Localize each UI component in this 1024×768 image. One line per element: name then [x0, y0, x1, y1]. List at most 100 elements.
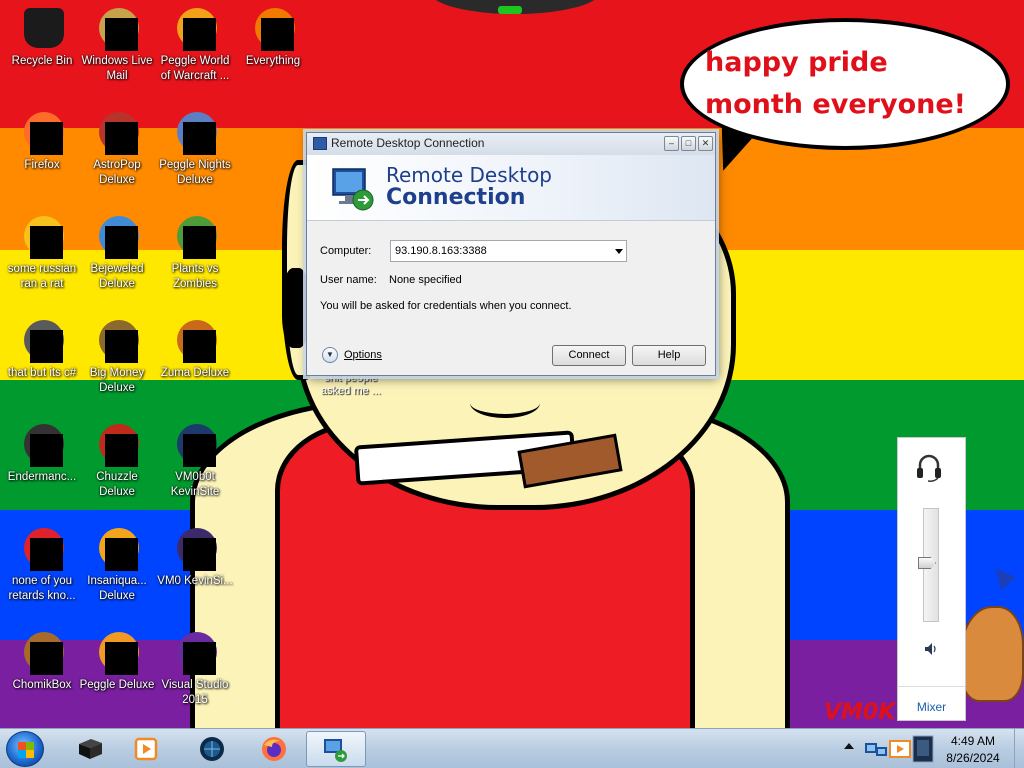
desktop-shortcut-label[interactable]: Everything	[233, 54, 313, 69]
taskbar-globe[interactable]	[184, 731, 240, 767]
endermanc-icon[interactable]	[18, 420, 66, 468]
desktop-shortcut-label[interactable]: Visual Studio 2015	[155, 678, 235, 708]
taskbar: 4:49 AM 8/26/2024	[0, 728, 1024, 768]
desktop-shortcut[interactable]: Recycle Bin	[2, 4, 82, 69]
help-button[interactable]: Help	[632, 345, 706, 366]
desktop-shortcut-label[interactable]: none of you retards kno...	[2, 574, 82, 604]
visual-studio-2015-icon[interactable]	[171, 628, 219, 676]
desktop-shortcut-label[interactable]: some russian ran a rat	[2, 262, 82, 292]
desktop-shortcut[interactable]: Bejeweled Deluxe	[77, 212, 157, 292]
desktop-shortcut[interactable]: ChomikBox	[2, 628, 82, 693]
close-button[interactable]: ✕	[698, 136, 713, 151]
headphones-icon[interactable]	[916, 452, 942, 482]
redaction-box	[183, 18, 216, 51]
minimize-button[interactable]: –	[664, 136, 679, 151]
desktop-shortcut[interactable]: AstroPop Deluxe	[77, 108, 157, 188]
desktop-shortcut-label[interactable]: Zuma Deluxe	[155, 366, 235, 381]
desktop-shortcut-label[interactable]: Peggle Deluxe	[77, 678, 157, 693]
insaniquarium-deluxe-icon[interactable]	[93, 524, 141, 572]
bejeweled-deluxe-icon[interactable]	[93, 212, 141, 260]
desktop-shortcut-label[interactable]: Bejeweled Deluxe	[77, 262, 157, 292]
desktop-shortcut[interactable]: Everything	[233, 4, 313, 69]
chevron-down-icon[interactable]	[615, 249, 623, 254]
remote-desktop-window[interactable]: Remote Desktop Connection – □ ✕ Remote D…	[306, 132, 716, 376]
desktop-shortcut-label[interactable]: Windows Live Mail	[77, 54, 157, 84]
desktop-shortcut[interactable]: Big Money Deluxe	[77, 316, 157, 396]
computer-combobox[interactable]: 93.190.8.163:3388	[390, 240, 627, 262]
desktop-shortcut-label[interactable]: Peggle Nights Deluxe	[155, 158, 235, 188]
start-button[interactable]	[6, 731, 44, 767]
that-but-its-csharp-icon[interactable]	[18, 316, 66, 364]
desktop-shortcut-label[interactable]: Recycle Bin	[2, 54, 82, 69]
username-value: None specified	[389, 274, 462, 286]
computer-value[interactable]: 93.190.8.163:3388	[395, 245, 487, 257]
desktop-shortcut[interactable]: Peggle Deluxe	[77, 628, 157, 693]
desktop-shortcut[interactable]: Endermanc...	[2, 420, 82, 485]
taskbar-remote-desktop[interactable]	[306, 731, 366, 767]
peggle-world-of-warcraft-icon[interactable]	[171, 4, 219, 52]
show-desktop-button[interactable]	[1014, 729, 1024, 768]
taskbar-firefox[interactable]	[246, 731, 302, 767]
redaction-box	[183, 226, 216, 259]
desktop-shortcut[interactable]: Chuzzle Deluxe	[77, 420, 157, 500]
desktop-shortcut-label[interactable]: VM0 KevinSi...	[155, 574, 235, 589]
desktop-shortcut[interactable]: Firefox	[2, 108, 82, 173]
desktop-shortcut[interactable]: Zuma Deluxe	[155, 316, 235, 381]
recycle-bin-icon[interactable]	[18, 4, 66, 52]
desktop-shortcut-label[interactable]: Chuzzle Deluxe	[77, 470, 157, 500]
chuzzle-deluxe-icon[interactable]	[93, 420, 141, 468]
peggle-deluxe-icon[interactable]	[93, 628, 141, 676]
clock-date[interactable]: 8/26/2024	[936, 751, 1010, 765]
hamster-image	[960, 606, 1024, 702]
expand-options-icon[interactable]: ▼	[322, 347, 338, 363]
desktop-shortcut[interactable]: VM0b0t KevinSite	[155, 420, 235, 500]
desktop-shortcut[interactable]: VM0 KevinSi...	[155, 524, 235, 589]
desktop-shortcut-label[interactable]: Peggle World of Warcraft ...	[155, 54, 235, 84]
speaker-mute-icon[interactable]	[924, 642, 938, 656]
desktop-shortcut-label[interactable]: Firefox	[2, 158, 82, 173]
desktop-shortcut-label[interactable]: ChomikBox	[2, 678, 82, 693]
desktop-shortcut[interactable]: Visual Studio 2015	[155, 628, 235, 708]
media-tray-icon[interactable]	[888, 737, 912, 761]
vm0-kevinsi-icon[interactable]	[171, 524, 219, 572]
maximize-button[interactable]: □	[681, 136, 696, 151]
network-icon[interactable]	[864, 737, 888, 761]
desktop-shortcut-label[interactable]: Plants vs Zombies	[155, 262, 235, 292]
desktop-shortcut[interactable]: Peggle World of Warcraft ...	[155, 4, 235, 84]
taskbar-terminal[interactable]	[62, 731, 118, 767]
astropop-deluxe-icon[interactable]	[93, 108, 141, 156]
desktop-shortcut[interactable]: Windows Live Mail	[77, 4, 157, 84]
desktop-shortcut[interactable]: Plants vs Zombies	[155, 212, 235, 292]
desktop-shortcut-label[interactable]: Big Money Deluxe	[77, 366, 157, 396]
options-toggle[interactable]: Options	[344, 349, 382, 361]
zuma-deluxe-icon[interactable]	[171, 316, 219, 364]
window-titlebar[interactable]: Remote Desktop Connection – □ ✕	[307, 133, 715, 155]
desktop-shortcut-label[interactable]: Endermanc...	[2, 470, 82, 485]
some-russian-ran-a-rat-icon[interactable]	[18, 212, 66, 260]
desktop-shortcut[interactable]: none of you retards kno...	[2, 524, 82, 604]
firefox-icon[interactable]	[18, 108, 66, 156]
desktop-shortcut[interactable]: some russian ran a rat	[2, 212, 82, 292]
desktop-shortcut[interactable]: Peggle Nights Deluxe	[155, 108, 235, 188]
plants-vs-zombies-icon[interactable]	[171, 212, 219, 260]
desktop-shortcut[interactable]: Insaniqua... Deluxe	[77, 524, 157, 604]
taskbar-media-player[interactable]	[118, 731, 174, 767]
big-money-deluxe-icon[interactable]	[93, 316, 141, 364]
redaction-box	[105, 330, 138, 363]
show-hidden-icons-chevron-icon[interactable]	[844, 743, 854, 749]
desktop-shortcut-label[interactable]: that but its c#	[2, 366, 82, 381]
desktop-shortcut[interactable]: that but its c#	[2, 316, 82, 381]
connect-button[interactable]: Connect	[552, 345, 626, 366]
windows-live-mail-icon[interactable]	[93, 4, 141, 52]
chomikbox-icon[interactable]	[18, 628, 66, 676]
desktop-shortcut-label[interactable]: AstroPop Deluxe	[77, 158, 157, 188]
vm0b0t-kevinsite-icon[interactable]	[171, 420, 219, 468]
desktop-shortcut-label[interactable]: Insaniqua... Deluxe	[77, 574, 157, 604]
volume-tray-icon[interactable]	[912, 735, 934, 763]
clock-time[interactable]: 4:49 AM	[936, 734, 1010, 748]
peggle-nights-deluxe-icon[interactable]	[171, 108, 219, 156]
everything-icon[interactable]	[249, 4, 297, 52]
none-of-you-retards-kno-icon[interactable]	[18, 524, 66, 572]
mixer-link[interactable]: Mixer	[898, 700, 965, 714]
desktop-shortcut-label[interactable]: VM0b0t KevinSite	[155, 470, 235, 500]
